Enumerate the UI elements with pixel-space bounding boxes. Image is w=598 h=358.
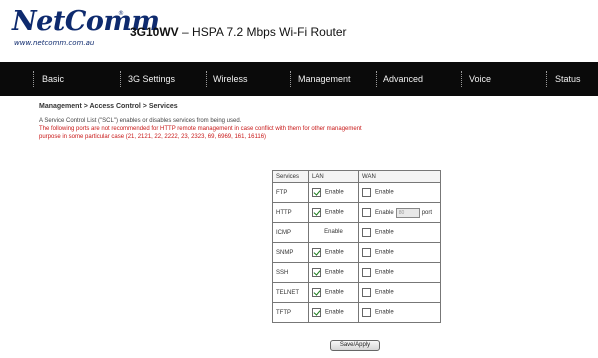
- product-description: – HSPA 7.2 Mbps Wi-Fi Router: [178, 25, 347, 39]
- wan-cell: Enable: [358, 222, 441, 243]
- ftp-lan-checkbox[interactable]: [312, 188, 321, 197]
- port-label: port: [421, 209, 433, 216]
- logo-url: www.netcomm.com.au: [14, 39, 95, 47]
- enable-label: Enable: [325, 309, 344, 316]
- enable-label: Enable: [375, 189, 394, 196]
- lan-cell: Enable: [308, 302, 359, 323]
- lan-cell: Enable: [308, 282, 359, 303]
- service-name: TFTP: [272, 302, 309, 323]
- wan-cell: Enable: [358, 242, 441, 263]
- header: NetComm ® www.netcomm.com.au 3G10WV – HS…: [0, 0, 598, 62]
- wan-cell: Enable 80 port: [358, 202, 441, 223]
- wan-cell: Enable: [358, 182, 441, 203]
- product-title: 3G10WV – HSPA 7.2 Mbps Wi-Fi Router: [130, 25, 347, 39]
- enable-label: Enable: [375, 269, 394, 276]
- tftp-lan-checkbox[interactable]: [312, 308, 321, 317]
- header-wan: WAN: [358, 170, 441, 183]
- table-row: TFTP Enable Enable: [272, 302, 441, 323]
- header-lan: LAN: [308, 170, 359, 183]
- nav-advanced[interactable]: Advanced: [383, 62, 423, 96]
- enable-label: Enable: [325, 249, 344, 256]
- table-row: SSH Enable Enable: [272, 262, 441, 283]
- wan-cell: Enable: [358, 262, 441, 283]
- service-name: FTP: [272, 182, 309, 203]
- main-navbar: Basic 3G Settings Wireless Management Ad…: [0, 62, 598, 96]
- ssh-lan-checkbox[interactable]: [312, 268, 321, 277]
- table-row: ICMP Enable Enable: [272, 222, 441, 243]
- lan-cell: Enable: [308, 222, 359, 243]
- telnet-wan-checkbox[interactable]: [362, 288, 371, 297]
- service-name: SNMP: [272, 242, 309, 263]
- table-row: FTP Enable Enable: [272, 182, 441, 203]
- lan-cell: Enable: [308, 262, 359, 283]
- nav-separator: [546, 71, 547, 87]
- wan-cell: Enable: [358, 302, 441, 323]
- enable-label: Enable: [325, 269, 344, 276]
- nav-status[interactable]: Status: [555, 62, 581, 96]
- enable-label: Enable: [325, 209, 344, 216]
- table-header-row: Services LAN WAN: [272, 170, 441, 183]
- port-warning: The following ports are not recommended …: [39, 126, 362, 140]
- enable-label: Enable: [375, 249, 394, 256]
- nav-3g-settings[interactable]: 3G Settings: [128, 62, 175, 96]
- http-port-input[interactable]: 80: [395, 207, 420, 218]
- wan-cell: Enable: [358, 282, 441, 303]
- snmp-lan-checkbox[interactable]: [312, 248, 321, 257]
- save-apply-button[interactable]: Save/Apply: [330, 340, 380, 351]
- telnet-lan-checkbox[interactable]: [312, 288, 321, 297]
- ssh-wan-checkbox[interactable]: [362, 268, 371, 277]
- table-row: SNMP Enable Enable: [272, 242, 441, 263]
- nav-voice[interactable]: Voice: [469, 62, 491, 96]
- nav-separator: [461, 71, 462, 87]
- table-row: HTTP Enable Enable 80 port: [272, 202, 441, 223]
- lan-cell: Enable: [308, 182, 359, 203]
- service-name: HTTP: [272, 202, 309, 223]
- table-row: TELNET Enable Enable: [272, 282, 441, 303]
- services-table: Services LAN WAN FTP Enable Enable HTTP …: [272, 170, 441, 323]
- nav-separator: [206, 71, 207, 87]
- lan-cell: Enable: [308, 202, 359, 223]
- page-description: A Service Control List ("SCL") enables o…: [39, 118, 242, 124]
- breadcrumb: Management > Access Control > Services: [39, 103, 178, 110]
- service-name: TELNET: [272, 282, 309, 303]
- enable-label: Enable: [375, 289, 394, 296]
- nav-separator: [290, 71, 291, 87]
- logo-trademark: ®: [118, 10, 124, 17]
- enable-label: Enable: [375, 309, 394, 316]
- service-name: ICMP: [272, 222, 309, 243]
- nav-separator: [120, 71, 121, 87]
- nav-basic[interactable]: Basic: [42, 62, 64, 96]
- nav-separator: [33, 71, 34, 87]
- ftp-wan-checkbox[interactable]: [362, 188, 371, 197]
- enable-label: Enable: [325, 189, 344, 196]
- enable-label: Enable: [375, 229, 394, 236]
- header-services: Services: [272, 170, 309, 183]
- http-wan-checkbox[interactable]: [362, 208, 371, 217]
- product-model: 3G10WV: [130, 25, 179, 39]
- icmp-wan-checkbox[interactable]: [362, 228, 371, 237]
- nav-wireless[interactable]: Wireless: [213, 62, 248, 96]
- service-name: SSH: [272, 262, 309, 283]
- lan-cell: Enable: [308, 242, 359, 263]
- enable-label: Enable: [325, 289, 344, 296]
- nav-management[interactable]: Management: [298, 62, 351, 96]
- tftp-wan-checkbox[interactable]: [362, 308, 371, 317]
- nav-separator: [376, 71, 377, 87]
- enable-label: Enable: [375, 209, 394, 216]
- snmp-wan-checkbox[interactable]: [362, 248, 371, 257]
- http-lan-checkbox[interactable]: [312, 208, 321, 217]
- enable-label: Enable: [324, 229, 343, 236]
